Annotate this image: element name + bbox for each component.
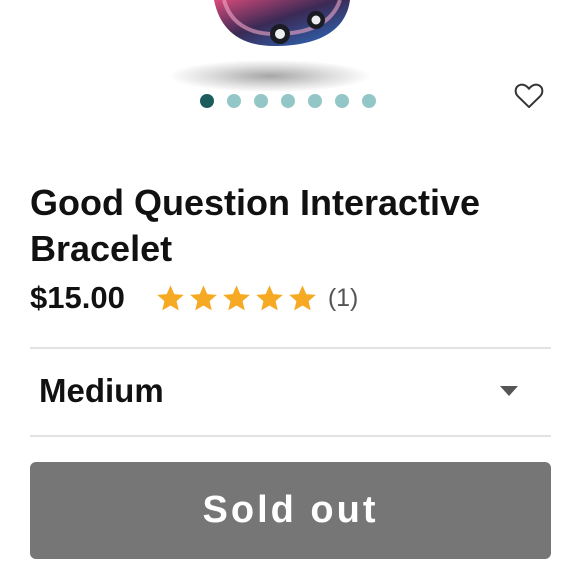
star-rating[interactable] xyxy=(155,283,318,314)
product-image[interactable] xyxy=(200,0,360,60)
heart-outline-icon[interactable] xyxy=(512,78,546,112)
star-icon xyxy=(157,284,184,310)
sold-out-button[interactable]: Sold out xyxy=(30,462,551,559)
slide-dot-active[interactable] xyxy=(200,94,214,108)
slide-pagination xyxy=(200,94,376,108)
star-icon xyxy=(190,284,217,310)
star-icon xyxy=(289,284,316,310)
product-image-shadow xyxy=(170,60,370,92)
slide-dot[interactable] xyxy=(335,94,349,108)
star-icon xyxy=(223,284,250,310)
review-count[interactable]: (1) xyxy=(328,284,359,313)
slide-dot[interactable] xyxy=(227,94,241,108)
divider-top xyxy=(30,347,551,349)
size-select[interactable]: Medium xyxy=(30,350,551,435)
slide-dot[interactable] xyxy=(281,94,295,108)
slide-dot[interactable] xyxy=(254,94,268,108)
chevron-down-icon xyxy=(500,386,518,396)
divider-bottom xyxy=(30,435,551,437)
star-icon xyxy=(256,284,283,310)
size-selected-value: Medium xyxy=(39,372,164,409)
product-price: $15.00 xyxy=(30,280,125,315)
product-gallery[interactable] xyxy=(0,0,580,120)
slide-dot[interactable] xyxy=(362,94,376,108)
price-rating-row: $15.00 (1) xyxy=(30,278,358,318)
slide-dot[interactable] xyxy=(308,94,322,108)
product-title: Good Question Interactive Bracelet xyxy=(30,182,481,269)
